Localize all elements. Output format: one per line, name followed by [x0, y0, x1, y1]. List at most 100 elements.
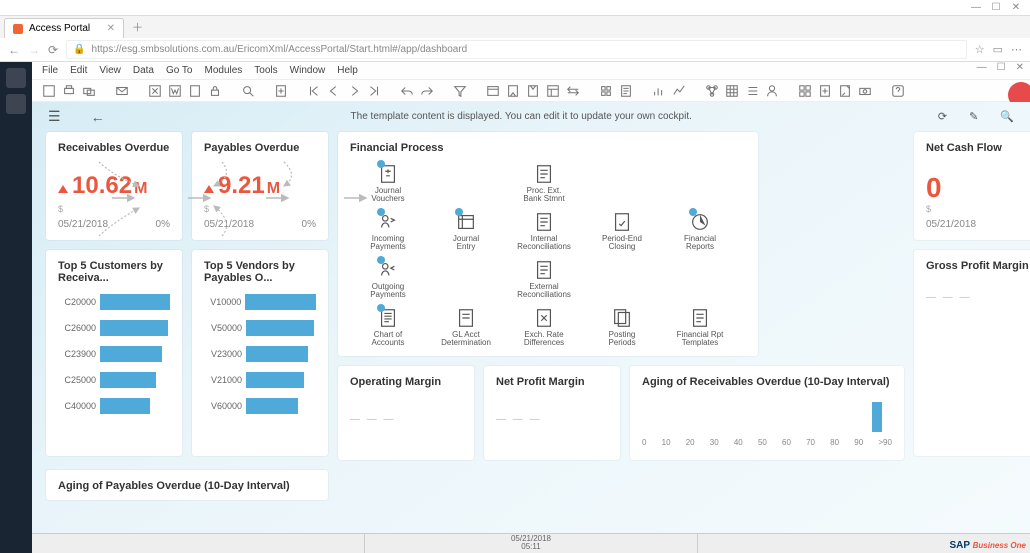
proc-chart-accounts[interactable]: Chart of Accounts	[350, 304, 426, 350]
proc-posting-periods[interactable]: Posting Periods	[584, 304, 660, 350]
nav-forward-button[interactable]: →	[28, 43, 40, 57]
hamburger-icon[interactable]: ☰	[48, 108, 61, 125]
edit-icon[interactable]: ✎	[969, 110, 978, 123]
tb-chart-icon[interactable]	[652, 84, 666, 98]
proc-incoming-payments[interactable]: Incoming Payments	[350, 208, 426, 254]
window-close-button[interactable]: ✕	[1006, 2, 1026, 13]
card-gross-profit-margin[interactable]: Gross Profit Margin — — —	[914, 250, 1030, 456]
url-field[interactable]: 🔒 https://esg.smbsolutions.com.au/Ericom…	[66, 40, 967, 59]
tb-list-icon[interactable]	[745, 84, 759, 98]
card-aging-payables[interactable]: Aging of Payables Overdue (10-Day Interv…	[46, 470, 328, 500]
dash-back-button[interactable]: ←	[91, 109, 105, 125]
tb-first-icon[interactable]	[307, 84, 321, 98]
tb-journal-icon[interactable]	[619, 84, 633, 98]
proc-internal-recon[interactable]: Internal Reconciliations	[506, 208, 582, 254]
taskbar-item-1[interactable]	[6, 68, 26, 88]
taskbar-item-2[interactable]	[6, 94, 26, 114]
tb-layout-icon[interactable]	[546, 84, 560, 98]
new-tab-button[interactable]: ＋	[124, 16, 151, 38]
inner-restore-button[interactable]: ☐	[997, 62, 1006, 73]
proc-period-end[interactable]: Period-End Closing	[584, 208, 660, 254]
proc-gl-acct-det[interactable]: GL Acct Determination	[428, 304, 504, 350]
menu-modules[interactable]: Modules	[204, 65, 242, 76]
menu-window[interactable]: Window	[290, 65, 326, 76]
card-title: Operating Margin	[350, 376, 462, 388]
search-icon[interactable]: 🔍	[1000, 110, 1014, 123]
menu-view[interactable]: View	[99, 65, 121, 76]
browser-tab-active[interactable]: Access Portal ✕	[4, 18, 124, 38]
card-receivables-overdue[interactable]: Receivables Overdue 10.62 M $ 05/21/2018…	[46, 132, 182, 240]
tb-print-icon[interactable]	[62, 84, 76, 98]
proc-journal-vouchers[interactable]: Journal Vouchers	[350, 160, 426, 206]
favicon-icon	[13, 24, 23, 34]
card-net-cash-flow[interactable]: Net Cash Flow 0 $ 05/21/2018	[914, 132, 1030, 240]
tb-form-icon[interactable]	[486, 84, 500, 98]
dashboard-header: ☰ ← The template content is displayed. Y…	[32, 108, 1030, 125]
tb-doc2-icon[interactable]	[838, 84, 852, 98]
card-net-profit-margin[interactable]: Net Profit Margin — — —	[484, 366, 620, 460]
tb-settings-icon[interactable]	[599, 84, 613, 98]
menu-file[interactable]: File	[42, 65, 58, 76]
menu-button[interactable]: ⋯	[1011, 43, 1022, 56]
card-top-customers[interactable]: Top 5 Customers by Receiva... C20000C260…	[46, 250, 182, 456]
card-top-vendors[interactable]: Top 5 Vendors by Payables O... V10000V50…	[192, 250, 328, 456]
menu-data[interactable]: Data	[133, 65, 154, 76]
nav-reload-button[interactable]: ⟳	[48, 43, 58, 57]
tb-printseq-icon[interactable]	[82, 84, 96, 98]
card-aging-receivables[interactable]: Aging of Receivables Overdue (10-Day Int…	[630, 366, 904, 460]
menu-goto[interactable]: Go To	[166, 65, 193, 76]
tb-target-icon[interactable]	[526, 84, 540, 98]
tb-prev-icon[interactable]	[327, 84, 341, 98]
tb-pdf-icon[interactable]	[188, 84, 202, 98]
tb-network-icon[interactable]	[705, 84, 719, 98]
proc-outgoing-payments[interactable]: Outgoing Payments	[350, 256, 426, 302]
tb-excel-icon[interactable]	[148, 84, 162, 98]
window-minimize-button[interactable]: —	[966, 2, 986, 13]
tb-base-icon[interactable]	[506, 84, 520, 98]
sparkline-placeholder: — — —	[496, 414, 608, 425]
kpi-date: 05/21/2018	[204, 219, 254, 230]
tb-next-icon[interactable]	[347, 84, 361, 98]
dashboard-canvas: ☰ ← The template content is displayed. Y…	[32, 102, 1030, 553]
tb-find-icon[interactable]	[241, 84, 255, 98]
tb-undo-icon[interactable]	[400, 84, 414, 98]
card-operating-margin[interactable]: Operating Margin — — —	[338, 366, 474, 460]
proc-external-recon[interactable]: External Reconciliations	[506, 256, 582, 302]
tb-add-icon[interactable]	[274, 84, 288, 98]
tb-help-icon[interactable]	[891, 84, 905, 98]
tb-grid-icon[interactable]	[725, 84, 739, 98]
nav-back-button[interactable]: ←	[8, 43, 20, 57]
menu-edit[interactable]: Edit	[70, 65, 87, 76]
bookmark-icon[interactable]: ☆	[975, 43, 985, 56]
reader-icon[interactable]: ▭	[993, 43, 1003, 56]
tb-tile-icon[interactable]	[798, 84, 812, 98]
tb-word-icon[interactable]	[168, 84, 182, 98]
tb-trans-icon[interactable]	[566, 84, 580, 98]
inner-minimize-button[interactable]: —	[977, 62, 987, 73]
proc-exch-rate-diff[interactable]: Exch. Rate Differences	[506, 304, 582, 350]
window-maximize-button[interactable]: ☐	[986, 2, 1006, 13]
tb-email-icon[interactable]	[115, 84, 129, 98]
card-payables-overdue[interactable]: Payables Overdue 9.21 M $ 05/21/2018 0%	[192, 132, 328, 240]
barlist-row: C40000	[58, 398, 170, 414]
tb-last-icon[interactable]	[367, 84, 381, 98]
refresh-icon[interactable]: ⟳	[938, 110, 947, 123]
tb-lock-icon[interactable]	[208, 84, 222, 98]
tb-doc1-icon[interactable]	[818, 84, 832, 98]
menu-tools[interactable]: Tools	[254, 65, 277, 76]
tb-cash-icon[interactable]	[858, 84, 872, 98]
proc-fin-rpt-templates[interactable]: Financial Rpt Templates	[662, 304, 738, 350]
tb-preview-icon[interactable]	[42, 84, 56, 98]
proc-ext-bank-stmnt[interactable]: Proc. Ext. Bank Stmnt	[506, 160, 582, 206]
tab-close-icon[interactable]: ✕	[107, 23, 115, 34]
card-title: Payables Overdue	[204, 142, 316, 154]
barlist-row: V21000	[204, 372, 316, 388]
proc-financial-reports[interactable]: Financial Reports	[662, 208, 738, 254]
inner-close-button[interactable]: ✕	[1016, 62, 1024, 73]
tb-line-icon[interactable]	[672, 84, 686, 98]
menu-help[interactable]: Help	[337, 65, 358, 76]
tb-filter-icon[interactable]	[453, 84, 467, 98]
tb-redo-icon[interactable]	[420, 84, 434, 98]
proc-journal-entry[interactable]: Journal Entry	[428, 208, 504, 254]
tb-user-icon[interactable]	[765, 84, 779, 98]
